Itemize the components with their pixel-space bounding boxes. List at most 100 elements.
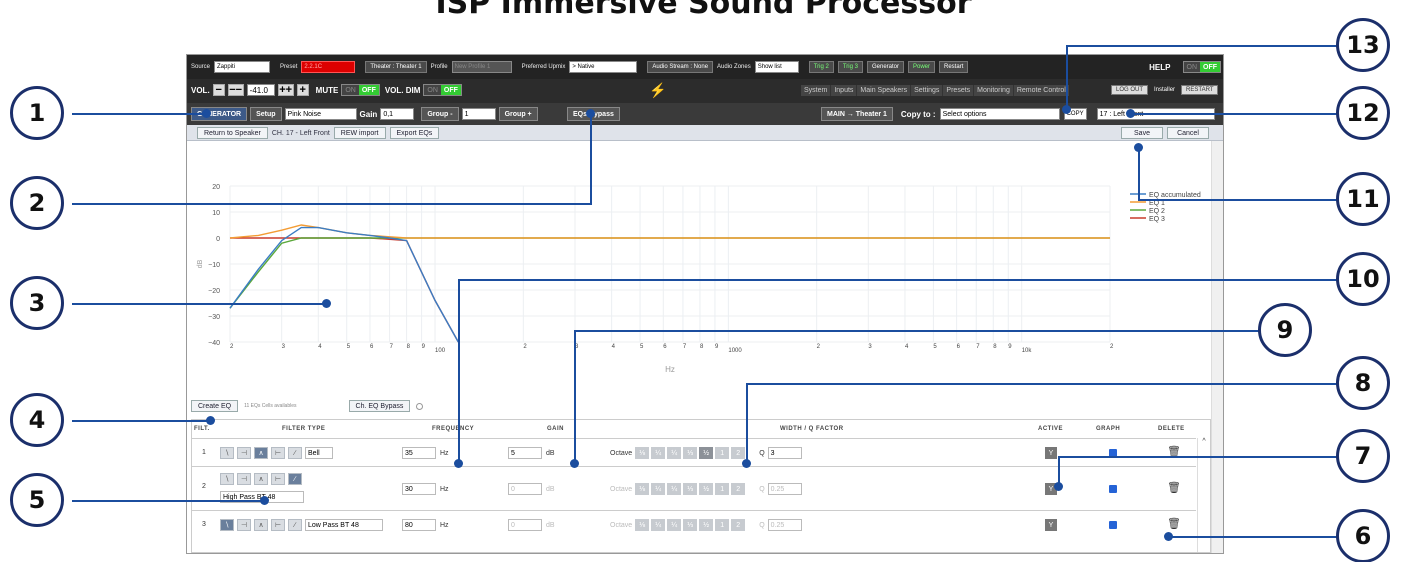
return-button[interactable]: Return to Speaker	[197, 127, 268, 139]
volume-input[interactable]: -41.0	[246, 84, 275, 96]
noise-select[interactable]: Pink Noise	[284, 108, 357, 120]
setup-button[interactable]: Setup	[250, 107, 282, 121]
legend-label: EQ accumulated	[1149, 192, 1201, 199]
source-select[interactable]: Zappiti	[214, 61, 271, 73]
octave-option: ¼	[651, 483, 666, 495]
frequency-input[interactable]: 35	[402, 447, 436, 459]
filter-highpass-icon[interactable]: ∖	[220, 519, 234, 531]
octave-option[interactable]: 1	[715, 447, 730, 459]
octave-option[interactable]: 2	[731, 447, 746, 459]
generator-gain-input[interactable]: 0,1	[380, 108, 415, 120]
filter-lowpass-icon[interactable]: ∕	[288, 447, 302, 459]
filter-shelf-icon[interactable]: ⊣	[237, 473, 251, 485]
vol-minus-button[interactable]: −	[212, 84, 225, 96]
dim-off[interactable]: OFF	[440, 85, 461, 95]
y-tick-label: −10	[208, 262, 220, 269]
graph-checkbox[interactable]	[1109, 485, 1117, 493]
menu-remote-control[interactable]: Remote Control	[1013, 85, 1069, 96]
dim-on[interactable]: ON	[424, 85, 441, 95]
restart-button[interactable]: RESTART	[1181, 85, 1219, 95]
trash-icon[interactable]: 🗑	[1167, 481, 1181, 494]
copy-to-select[interactable]: Select options	[939, 108, 1060, 120]
octave-option[interactable]: ½	[699, 447, 714, 459]
cancel-button[interactable]: Cancel	[1167, 127, 1209, 139]
frequency-input[interactable]: 80	[402, 519, 436, 531]
x-tick-label: 6	[370, 344, 374, 350]
mute-off[interactable]: OFF	[358, 85, 379, 95]
filter-row-1: 1 ∖ ⊣ ∧ ⊢ ∕ Bell 35 Hz 5 dB Octave ⅛ ¼ ¼…	[192, 438, 1196, 466]
filter-bell-icon[interactable]: ∧	[254, 519, 268, 531]
filter-notch-icon[interactable]: ⊢	[271, 473, 285, 485]
x-tick-label: 1000	[728, 348, 742, 354]
menu-main-speakers[interactable]: Main Speakers	[857, 85, 912, 96]
filter-highpass-icon[interactable]: ∖	[220, 473, 234, 485]
filter-shelf-icon[interactable]: ⊣	[237, 447, 251, 459]
connector-dot	[742, 459, 751, 468]
filter-notch-icon[interactable]: ⊢	[271, 447, 285, 459]
legend-label: EQ 3	[1149, 216, 1165, 223]
trig3-button[interactable]: Trig 3	[837, 61, 863, 73]
octave-option[interactable]: ¼	[651, 447, 666, 459]
octave-option[interactable]: ⅓	[683, 447, 698, 459]
active-button[interactable]: Y	[1045, 447, 1057, 459]
filter-shelf-icon[interactable]: ⊣	[237, 519, 251, 531]
filter-bell-icon[interactable]: ∧	[254, 447, 268, 459]
vol-plus2-button[interactable]: ++	[277, 84, 294, 96]
help-toggle[interactable]: ON OFF	[1182, 61, 1221, 73]
filter-lowpass-icon[interactable]: ∕	[288, 519, 302, 531]
filter-lowpass-icon[interactable]: ∕	[288, 473, 302, 485]
vol-plus-button[interactable]: +	[296, 84, 309, 96]
menu-monitoring[interactable]: Monitoring	[974, 85, 1014, 96]
restart-top-button[interactable]: Restart	[939, 61, 969, 73]
trash-icon[interactable]: 🗑	[1167, 517, 1181, 530]
vol-dim-toggle[interactable]: ON OFF	[423, 84, 462, 96]
rew-import-button[interactable]: REW import	[333, 127, 386, 139]
octave-option[interactable]: ⅛	[635, 447, 650, 459]
preset-select[interactable]: 2.2.1C	[301, 61, 356, 73]
help-on[interactable]: ON	[1183, 62, 1200, 72]
export-eqs-button[interactable]: Export EQs	[389, 127, 440, 139]
trig2-button[interactable]: Trig 2	[808, 61, 834, 73]
group-input[interactable]: 1	[461, 108, 496, 120]
logout-button[interactable]: LOG OUT	[1111, 85, 1149, 95]
group-plus-button[interactable]: Group +	[498, 107, 538, 121]
filter-bell-icon[interactable]: ∧	[254, 473, 268, 485]
save-button[interactable]: Save	[1121, 127, 1163, 139]
gain-input[interactable]: 5	[508, 447, 542, 459]
header-width: WIDTH / Q FACTOR	[780, 426, 844, 432]
active-button[interactable]: Y	[1045, 519, 1057, 531]
connector-line	[458, 279, 460, 464]
help-off[interactable]: OFF	[1200, 62, 1220, 72]
mute-on[interactable]: ON	[342, 85, 359, 95]
menu-settings[interactable]: Settings	[911, 85, 944, 96]
upmix-select[interactable]: > Native	[569, 61, 638, 73]
row-number: 1	[202, 449, 206, 456]
filter-notch-icon[interactable]: ⊢	[271, 519, 285, 531]
graph-checkbox[interactable]	[1109, 521, 1117, 529]
group-minus-button[interactable]: Group -	[421, 107, 459, 121]
callout-11: 11	[1336, 172, 1390, 226]
filter-type-select[interactable]: Low Pass BT 48	[305, 519, 383, 531]
filter-type-select[interactable]: Bell	[305, 447, 333, 459]
generator-top-button[interactable]: Generator	[866, 61, 904, 73]
profile-select[interactable]: New Profile 1	[451, 61, 512, 73]
x-tick-label: 2	[523, 344, 527, 350]
menu-inputs[interactable]: Inputs	[831, 85, 858, 96]
audio-zones-select[interactable]: Show list	[754, 61, 799, 73]
filter-highpass-icon[interactable]: ∖	[220, 447, 234, 459]
frequency-input[interactable]: 30	[402, 483, 436, 495]
legend-label: EQ 2	[1149, 208, 1165, 215]
octave-option: ⅛	[635, 519, 650, 531]
vol-minus2-button[interactable]: −−	[227, 84, 244, 96]
menu-system[interactable]: System	[801, 85, 832, 96]
octave-option: ½	[699, 519, 714, 531]
power-button[interactable]: Power	[908, 61, 936, 73]
theater-label[interactable]: Theater : Theater 1	[365, 61, 427, 73]
mute-toggle[interactable]: ON OFF	[341, 84, 380, 96]
x-tick-label: 5	[933, 344, 937, 350]
octave-option[interactable]: ¼	[667, 447, 682, 459]
menu-presets[interactable]: Presets	[943, 85, 975, 96]
q-input[interactable]: 3	[767, 447, 802, 459]
top-bar: Source Zappiti Preset 2.2.1C Theater : T…	[187, 55, 1223, 79]
header-delete: DELETE	[1158, 426, 1185, 432]
